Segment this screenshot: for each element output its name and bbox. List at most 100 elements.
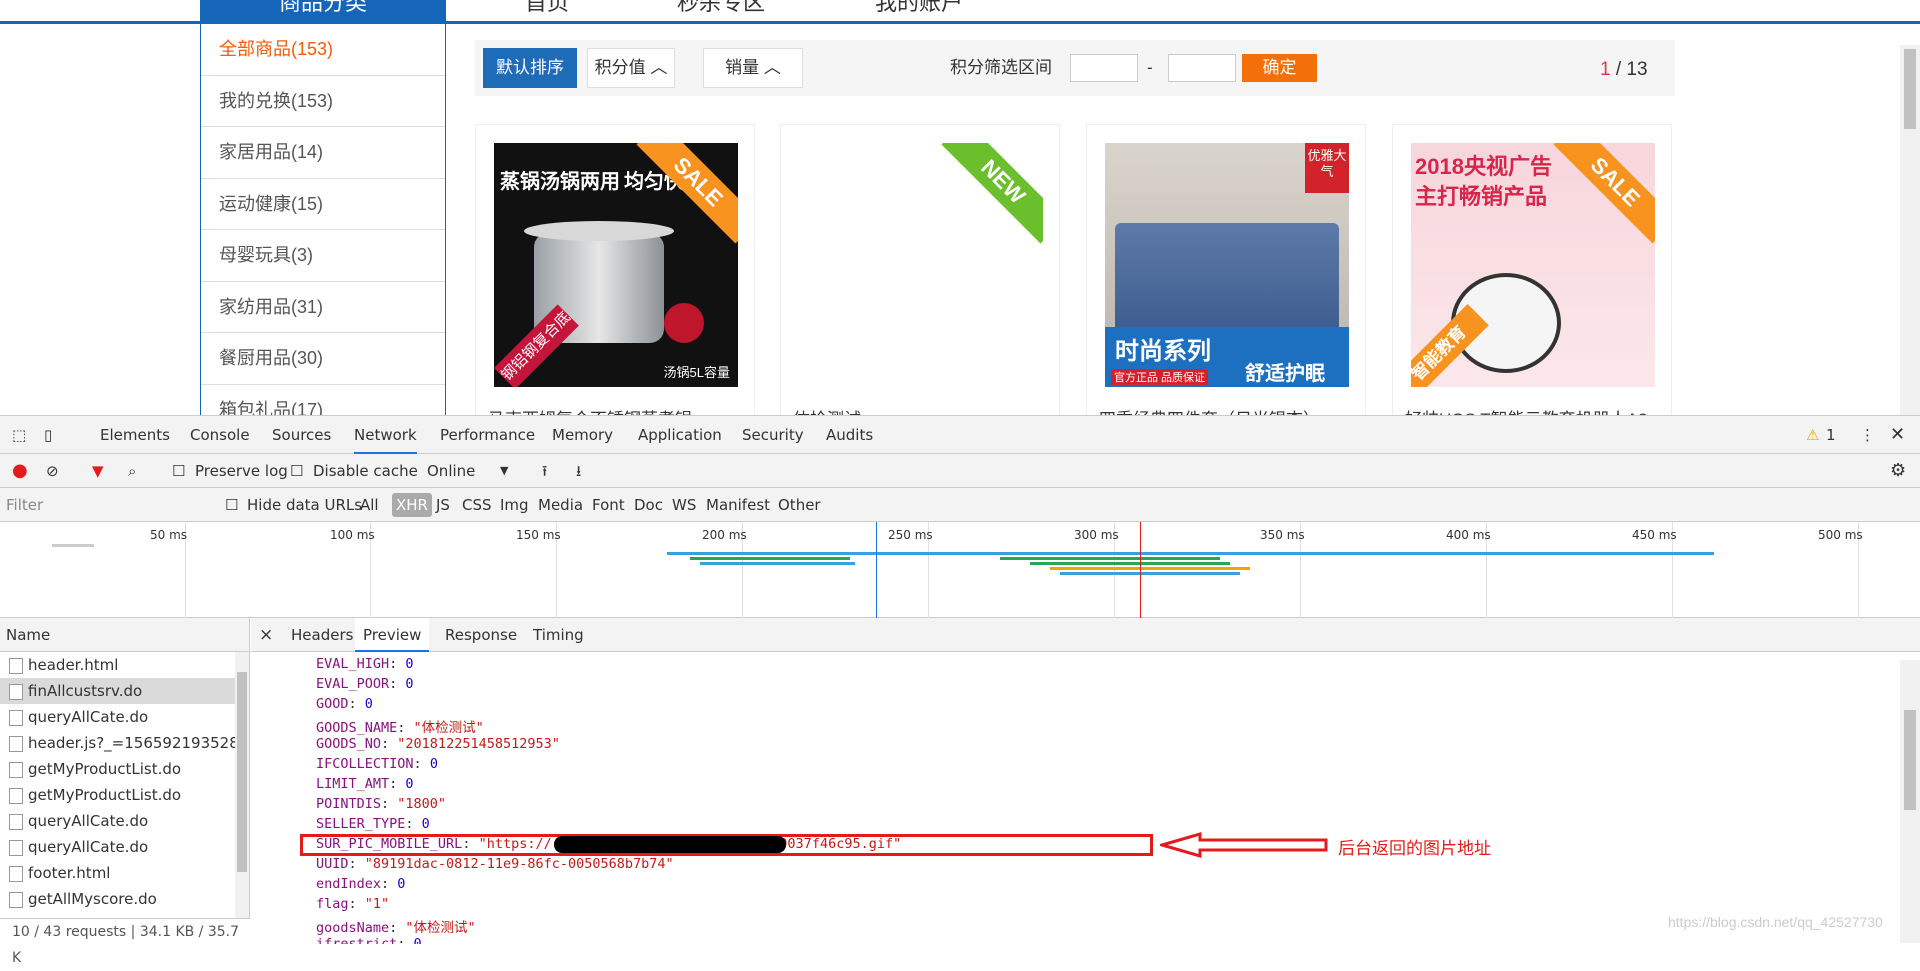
request-row[interactable]: queryAllCate.do (0, 834, 249, 860)
timeline-bar (1050, 567, 1250, 570)
json-key: IFCOLLECTION (316, 756, 414, 772)
json-key: flag (316, 896, 349, 912)
confirm-button[interactable]: 确定 (1242, 54, 1317, 82)
type-manifest[interactable]: Manifest (706, 488, 770, 522)
category-item-exchange[interactable]: 我的兑换(153) (201, 76, 445, 127)
disable-cache-checkbox[interactable]: ☐ (290, 454, 303, 488)
json-line: GOODS_NO: "201812251458512953" (316, 736, 560, 752)
tab-memory[interactable]: Memory (552, 416, 613, 454)
points-sort-button[interactable]: 积分值 ︿ (587, 48, 675, 88)
request-row[interactable]: finAllcustsrv.do (0, 678, 249, 704)
tab-timing[interactable]: Timing (533, 618, 584, 652)
category-title[interactable]: 商品分类 (200, 0, 446, 24)
category-item-all[interactable]: 全部商品(153) (201, 24, 445, 76)
tab-headers[interactable]: Headers (291, 618, 353, 652)
warning-icon[interactable]: ⚠ (1806, 416, 1819, 454)
type-other[interactable]: Other (778, 488, 821, 522)
tab-security[interactable]: Security (742, 416, 804, 454)
tab-response[interactable]: Response (445, 618, 517, 652)
clear-icon[interactable]: ⊘ (46, 454, 59, 488)
network-timeline[interactable]: 50 ms 100 ms 150 ms 200 ms 250 ms 300 ms… (0, 522, 1920, 618)
throttle-select[interactable]: Online (427, 454, 475, 488)
scrollbar-thumb[interactable] (1904, 49, 1916, 129)
json-key: GOODS_NO (316, 736, 382, 752)
search-icon[interactable]: ⌕ (128, 454, 136, 488)
name-column-header[interactable]: Name (0, 618, 249, 652)
device-toggle-icon[interactable]: ▯ (44, 416, 52, 454)
tick-label: 400 ms (1446, 528, 1491, 542)
tab-elements[interactable]: Elements (100, 416, 170, 454)
arrow-left-icon (1160, 832, 1328, 858)
default-sort-button[interactable]: 默认排序 (483, 48, 577, 88)
json-line: IFCOLLECTION: 0 (316, 756, 438, 772)
json-preview[interactable]: EVAL_HIGH: 0 EVAL_POOR: 0 GOOD: 0 GOODS_NAM… (251, 652, 1920, 944)
range-dash: - (1147, 58, 1153, 77)
request-row[interactable]: queryAllCate.do (0, 704, 249, 730)
preview-scrollbar[interactable] (1900, 660, 1920, 943)
request-row[interactable]: header.html (0, 652, 249, 678)
request-row[interactable]: getMyProductList.do (0, 756, 249, 782)
sales-sort-button[interactable]: 销量 ︿ (703, 48, 803, 88)
type-xhr[interactable]: XHR (392, 493, 432, 517)
request-row[interactable]: queryAllCate.do (0, 808, 249, 834)
points-max-input[interactable] (1168, 54, 1236, 82)
request-row[interactable]: footer.html (0, 860, 249, 886)
scrollbar-thumb[interactable] (237, 672, 247, 872)
product-title[interactable]: 体检测试 (793, 405, 861, 415)
close-detail-icon[interactable]: × (259, 618, 273, 652)
type-js[interactable]: JS (436, 488, 450, 522)
preserve-log-checkbox[interactable]: ☐ (172, 454, 185, 488)
product-card[interactable]: 蒸锅汤锅两用 均匀快速 钢铝钢复合底 汤锅5L容量 SALE 马克西姆复合不锈钢… (475, 124, 755, 415)
more-menu-icon[interactable]: ⋮ (1860, 416, 1875, 454)
category-item-textile[interactable]: 家纺用品(31) (201, 282, 445, 333)
product-card[interactable]: 时尚系列 舒适护眠 官方正品 品质保证 优雅大气 四季经典四件套（日光银杏） (1086, 124, 1366, 415)
product-title[interactable]: 好帅UOS T智能云教育机器人A2 (1405, 405, 1647, 415)
category-item-bags[interactable]: 箱包礼品(17) (201, 385, 445, 416)
tab-application[interactable]: Application (638, 416, 722, 454)
nav-flash-sale[interactable]: 秒杀专区 (677, 0, 765, 18)
category-item-baby[interactable]: 母婴玩具(3) (201, 230, 445, 282)
nav-home[interactable]: 首页 (525, 0, 569, 18)
banner-text: 主打畅销产品 (1415, 184, 1548, 209)
filter-input[interactable]: Filter (6, 488, 206, 522)
type-font[interactable]: Font (592, 488, 625, 522)
tab-audits[interactable]: Audits (826, 416, 873, 454)
type-all[interactable]: All (360, 488, 379, 522)
nav-my-account[interactable]: 我的账户 (875, 0, 963, 18)
category-item-sports[interactable]: 运动健康(15) (201, 179, 445, 230)
hide-data-urls-checkbox[interactable]: ☐ (225, 488, 238, 522)
type-media[interactable]: Media (538, 488, 583, 522)
tab-network[interactable]: Network (354, 416, 417, 454)
close-icon[interactable]: ✕ (1890, 416, 1905, 454)
tab-console[interactable]: Console (190, 416, 250, 454)
product-card[interactable]: 2018央视广告 主打畅销产品 智能教育 SALE 好帅UOS T智能云教育机器… (1392, 124, 1672, 415)
product-title[interactable]: 四季经典四件套（日光银杏） (1099, 405, 1320, 415)
record-icon[interactable]: ● (12, 454, 28, 488)
settings-gear-icon[interactable]: ⚙ (1890, 454, 1906, 488)
scrollbar-thumb[interactable] (1904, 710, 1916, 810)
import-icon[interactable]: ⭱ (542, 454, 547, 488)
type-ws[interactable]: WS (672, 488, 696, 522)
chevron-down-icon[interactable]: ▼ (500, 454, 508, 488)
product-card[interactable]: NEW 体检测试 (780, 124, 1060, 415)
points-min-input[interactable] (1070, 54, 1138, 82)
tab-sources[interactable]: Sources (272, 416, 331, 454)
type-css[interactable]: CSS (462, 488, 492, 522)
tab-preview[interactable]: Preview (355, 618, 430, 652)
type-img[interactable]: Img (500, 488, 529, 522)
page-scrollbar[interactable] (1900, 45, 1920, 415)
type-doc[interactable]: Doc (634, 488, 663, 522)
request-row[interactable]: header.js?_=1565921935286 (0, 730, 249, 756)
category-item-home[interactable]: 家居用品(14) (201, 127, 445, 179)
json-value: "体检测试" (413, 720, 484, 736)
export-icon[interactable]: ⭳ (576, 454, 581, 488)
tab-performance[interactable]: Performance (440, 416, 535, 454)
product-title[interactable]: 马克西姆复合不锈钢蒸煮锅 (488, 405, 692, 415)
request-row[interactable]: getMyProductList.do (0, 782, 249, 808)
request-row[interactable]: getAllMyscore.do (0, 886, 249, 912)
category-item-kitchen[interactable]: 餐厨用品(30) (201, 333, 445, 385)
inspect-icon[interactable]: ⬚ (12, 416, 26, 454)
request-list-scrollbar[interactable] (235, 652, 249, 918)
warning-count[interactable]: 1 (1826, 416, 1836, 454)
filter-icon[interactable]: ▼ (92, 454, 104, 488)
